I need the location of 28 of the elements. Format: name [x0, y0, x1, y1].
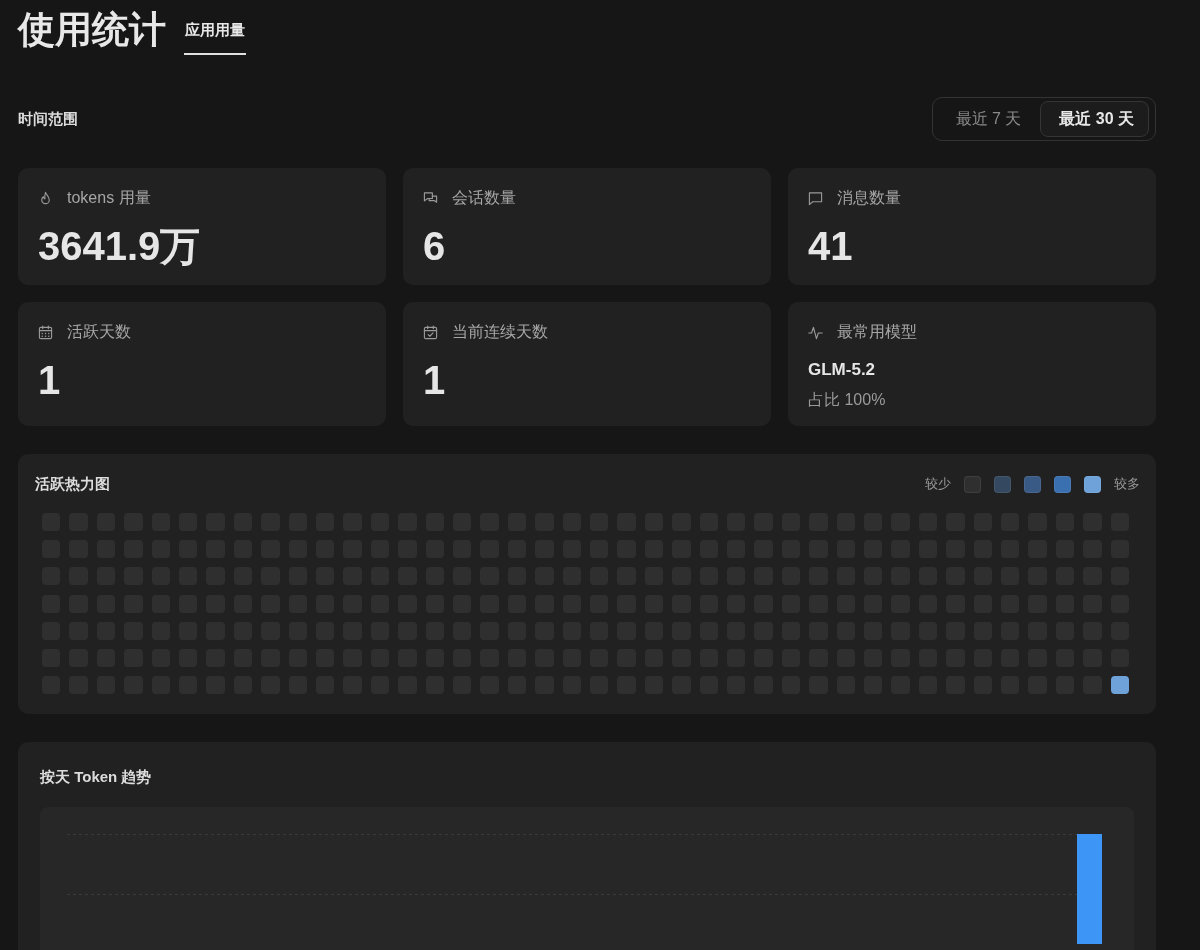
calendar-check-icon [423, 324, 438, 340]
stat-value: 1 [423, 357, 446, 404]
pulse-icon [808, 324, 823, 340]
speech-bubble-icon [808, 190, 823, 206]
stat-value: 3641.9万 [38, 223, 201, 270]
heatmap-title: 活跃热力图 [35, 474, 110, 494]
stat-value: 6 [423, 223, 446, 270]
stat-value: 41 [808, 223, 853, 270]
chart-title: 按天 Token 趋势 [40, 767, 152, 788]
model-name: GLM-5.2 [808, 359, 876, 381]
calendar-icon [38, 324, 53, 340]
card-label: 消息数量 [837, 187, 901, 208]
card-label: 活跃天数 [67, 321, 131, 342]
tab[interactable]: 应用用量 [184, 0, 246, 55]
range-option[interactable]: 最近 7 天 [936, 101, 1037, 137]
flame-icon [38, 190, 53, 206]
card-label: 最常用模型 [837, 321, 917, 342]
model-share: 占比 100% [808, 390, 886, 410]
chat-bubbles-icon [423, 190, 438, 206]
section-label: 时间范围 [18, 109, 78, 129]
legend-label: 较少 [925, 475, 951, 493]
card-label: 当前连续天数 [452, 321, 548, 342]
legend-label: 较多 [1114, 475, 1140, 493]
card-label: 会话数量 [452, 187, 516, 208]
page-title: 使用统计 [18, 8, 166, 52]
stat-value: 1 [38, 357, 61, 404]
card-label: tokens 用量 [67, 187, 151, 208]
range-option[interactable]: 最近 30 天 [1040, 101, 1149, 137]
